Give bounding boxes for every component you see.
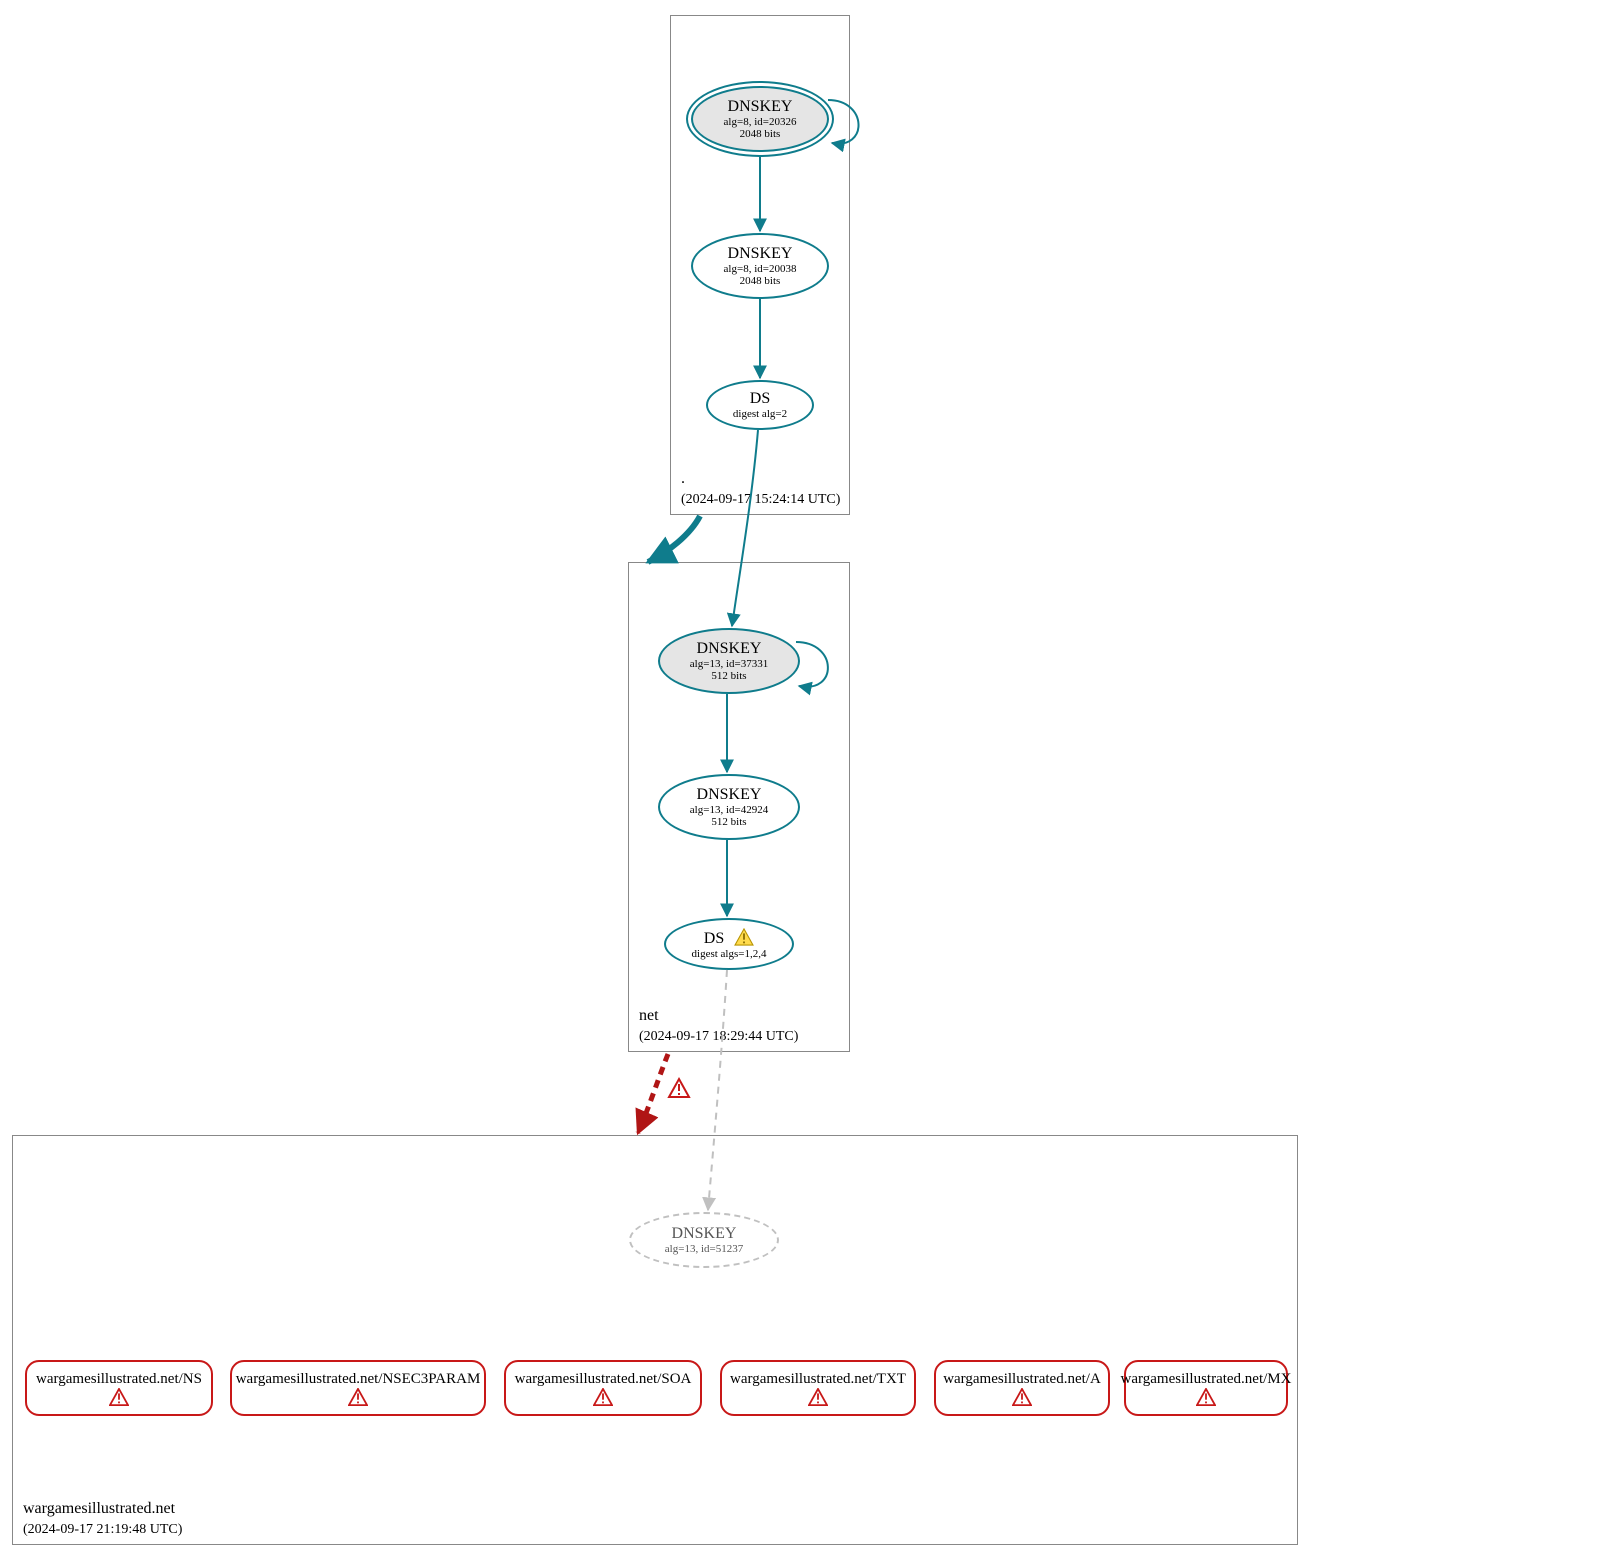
rr-soa: wargamesillustrated.net/SOA <box>504 1360 702 1416</box>
rr-nsec3param-label: wargamesillustrated.net/NSEC3PARAM <box>236 1371 481 1388</box>
error-icon <box>348 1388 368 1406</box>
rr-mx: wargamesillustrated.net/MX <box>1124 1360 1288 1416</box>
edge-root-to-net-delegation <box>648 516 700 562</box>
root-zsk-title: DNSKEY <box>728 245 793 263</box>
net-zsk-alg: alg=13, id=42924 <box>690 804 768 816</box>
zone-net-name: net <box>639 1007 659 1025</box>
warning-icon <box>734 928 754 946</box>
root-ksk-node: DNSKEY alg=8, id=20326 2048 bits <box>691 86 829 152</box>
net-ds-alg: digest algs=1,2,4 <box>692 948 767 960</box>
edge-net-to-domain-broken <box>638 1054 668 1133</box>
zone-net-timestamp: (2024-09-17 18:29:44 UTC) <box>639 1029 798 1045</box>
root-ksk-title: DNSKEY <box>728 98 793 116</box>
domain-dnskey-node: DNSKEY alg=13, id=51237 <box>629 1212 779 1268</box>
error-icon <box>593 1388 613 1406</box>
net-ksk-alg: alg=13, id=37331 <box>690 658 768 670</box>
net-ksk-node: DNSKEY alg=13, id=37331 512 bits <box>658 628 800 694</box>
rr-txt: wargamesillustrated.net/TXT <box>720 1360 916 1416</box>
root-ksk-alg: alg=8, id=20326 <box>724 116 797 128</box>
domain-dnskey-title: DNSKEY <box>672 1225 737 1243</box>
root-ksk-bits: 2048 bits <box>740 128 781 140</box>
rr-ns-label: wargamesillustrated.net/NS <box>36 1371 202 1388</box>
root-zsk-node: DNSKEY alg=8, id=20038 2048 bits <box>691 233 829 299</box>
error-icon <box>808 1388 828 1406</box>
zone-root-timestamp: (2024-09-17 15:24:14 UTC) <box>681 492 840 508</box>
net-zsk-node: DNSKEY alg=13, id=42924 512 bits <box>658 774 800 840</box>
rr-nsec3param: wargamesillustrated.net/NSEC3PARAM <box>230 1360 486 1416</box>
rr-mx-label: wargamesillustrated.net/MX <box>1121 1371 1292 1388</box>
error-icon <box>669 1079 689 1097</box>
net-ksk-bits: 512 bits <box>711 670 746 682</box>
rr-ns: wargamesillustrated.net/NS <box>25 1360 213 1416</box>
error-icon <box>1012 1388 1032 1406</box>
net-ds-title: DS <box>704 930 724 947</box>
root-ds-title: DS <box>750 390 770 408</box>
domain-dnskey-alg: alg=13, id=51237 <box>665 1243 743 1255</box>
zone-domain-name: wargamesillustrated.net <box>23 1500 175 1518</box>
root-zsk-bits: 2048 bits <box>740 275 781 287</box>
error-icon <box>1196 1388 1216 1406</box>
rr-a-label: wargamesillustrated.net/A <box>943 1371 1101 1388</box>
root-zsk-alg: alg=8, id=20038 <box>724 263 797 275</box>
zone-domain-timestamp: (2024-09-17 21:19:48 UTC) <box>23 1522 182 1538</box>
zone-root-name: . <box>681 470 685 488</box>
net-zsk-bits: 512 bits <box>711 816 746 828</box>
zone-domain: wargamesillustrated.net (2024-09-17 21:1… <box>12 1135 1298 1545</box>
net-ksk-title: DNSKEY <box>697 640 762 658</box>
error-icon <box>109 1388 129 1406</box>
net-ds-node: DS digest algs=1,2,4 <box>664 918 794 970</box>
rr-a: wargamesillustrated.net/A <box>934 1360 1110 1416</box>
root-ds-alg: digest alg=2 <box>733 408 787 420</box>
rr-soa-label: wargamesillustrated.net/SOA <box>515 1371 692 1388</box>
rr-txt-label: wargamesillustrated.net/TXT <box>730 1371 906 1388</box>
net-zsk-title: DNSKEY <box>697 786 762 804</box>
root-ds-node: DS digest alg=2 <box>706 380 814 430</box>
